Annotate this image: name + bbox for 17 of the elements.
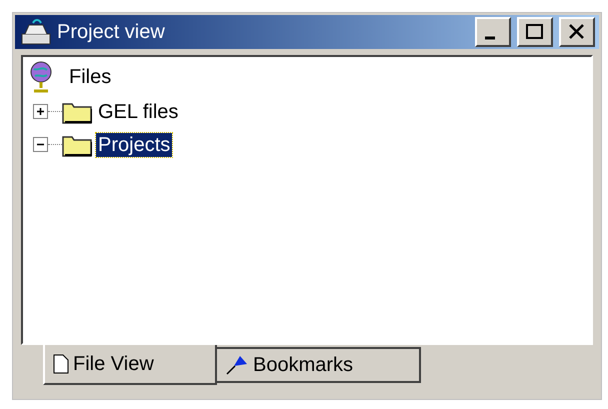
minimize-button[interactable] <box>475 17 511 47</box>
expand-toggle[interactable] <box>33 104 48 119</box>
tree-item[interactable]: Projects <box>96 132 172 156</box>
collapse-toggle[interactable] <box>33 137 48 152</box>
document-icon <box>53 354 69 374</box>
globe-icon <box>29 61 53 93</box>
close-button[interactable] <box>559 17 595 47</box>
tree-item[interactable]: Files <box>69 62 112 92</box>
tab[interactable]: File View <box>43 345 217 385</box>
tree-item[interactable]: GEL files <box>96 100 180 124</box>
minimize-icon <box>485 36 495 40</box>
maximize-icon <box>525 23 545 41</box>
window-title: Project view <box>57 20 166 45</box>
tab[interactable]: Bookmarks <box>217 347 421 383</box>
plus-icon <box>36 107 45 116</box>
maximize-button[interactable] <box>517 17 553 47</box>
close-icon <box>567 23 587 41</box>
